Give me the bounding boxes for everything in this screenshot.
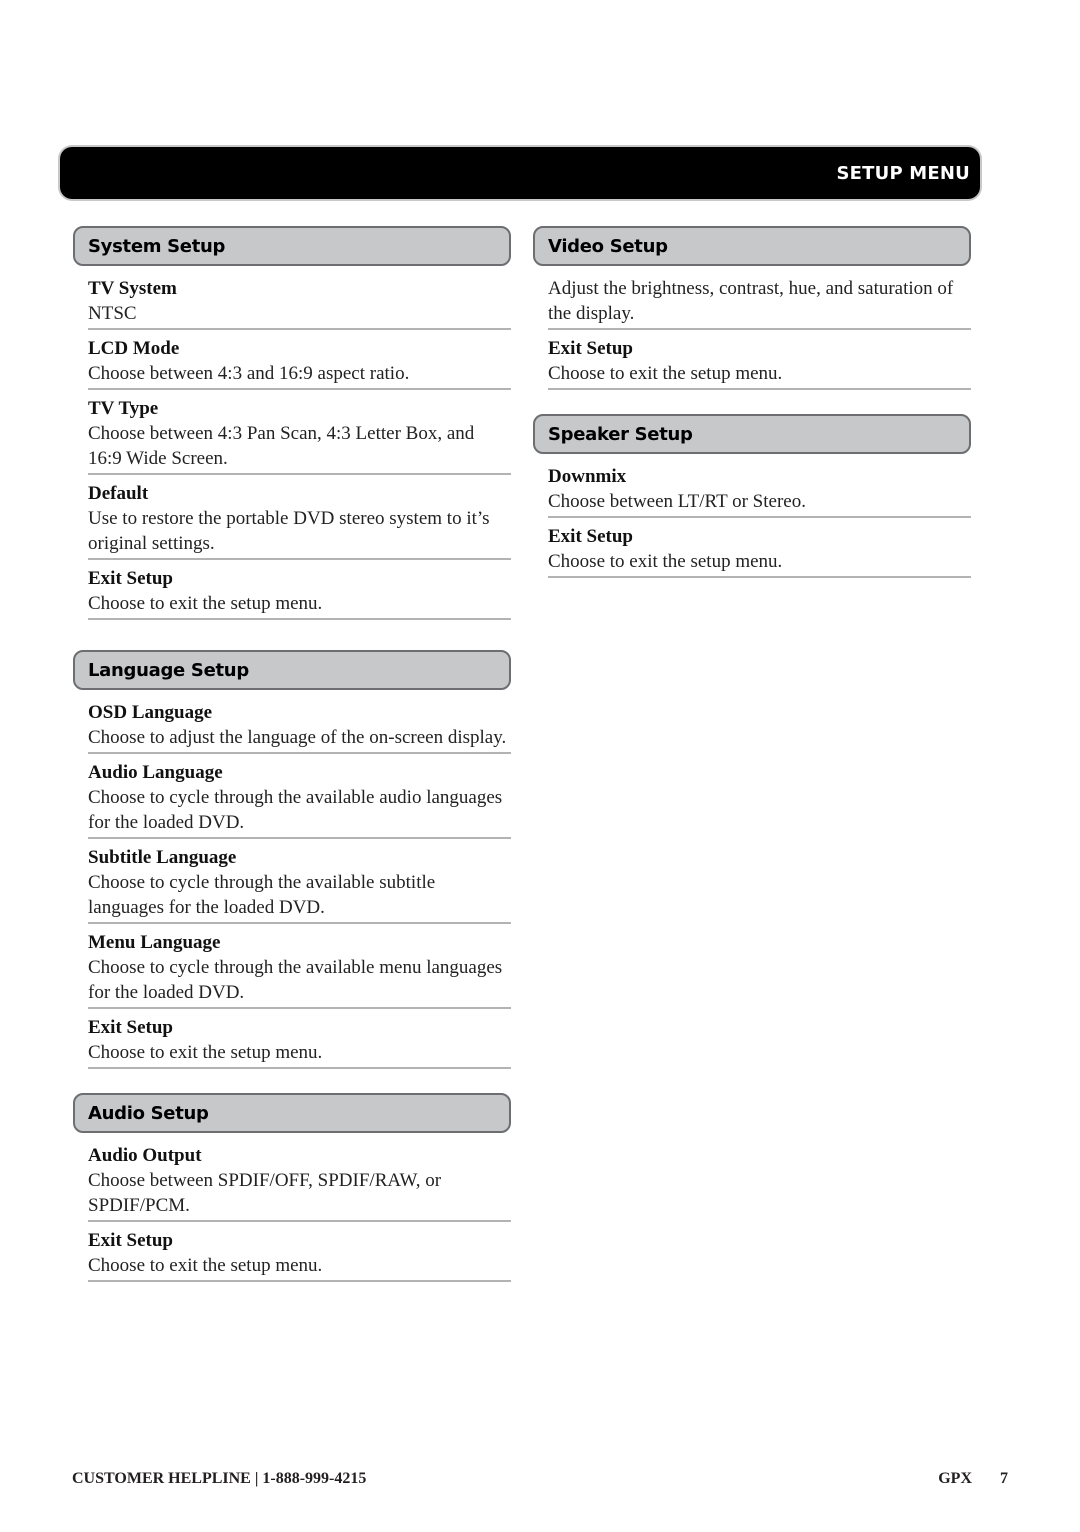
item-description: Adjust the brightness, contrast, hue, an…: [548, 278, 954, 324]
item-description: Choose to exit the setup menu.: [88, 593, 323, 614]
page-number: 7: [1000, 1470, 1008, 1487]
left-column: System Setup TV System NTSC LCD Mode Choose …: [73, 226, 511, 1288]
list-item: Audio Language Choose to cycle through th…: [88, 760, 511, 839]
item-description: Choose to exit the setup menu.: [548, 551, 783, 572]
section-audio-setup: Audio Setup Audio Output Choose between SP…: [73, 1093, 511, 1282]
item-description: Choose between 4:3 and 16:9 aspect ratio…: [88, 363, 410, 384]
section-title: Speaker Setup: [548, 424, 693, 445]
item-title: Exit Setup: [88, 568, 173, 589]
item-description: Choose to cycle through the available me…: [88, 957, 503, 1003]
right-column: Video Setup Adjust the brightness, contra…: [533, 226, 971, 584]
list-item: Exit Setup Choose to exit the setup menu.: [548, 524, 971, 578]
list-item: LCD Mode Choose between 4:3 and 16:9 aspe…: [88, 336, 511, 390]
list-item: Exit Setup Choose to exit the setup menu.: [88, 1015, 511, 1069]
section-language-setup: Language Setup OSD Language Choose to adju…: [73, 650, 511, 1069]
item-description: Choose to adjust the language of the on-…: [88, 727, 507, 748]
item-description: Choose between 4:3 Pan Scan, 4:3 Letter …: [88, 423, 475, 469]
item-description: Choose to cycle through the available su…: [88, 872, 436, 918]
item-title: Exit Setup: [88, 1230, 173, 1251]
item-description: Choose to exit the setup menu.: [88, 1042, 323, 1063]
item-title: OSD Language: [88, 702, 213, 723]
section-system-setup: System Setup TV System NTSC LCD Mode Choose …: [73, 226, 511, 620]
item-title: Exit Setup: [88, 1017, 173, 1038]
list-item: Exit Setup Choose to exit the setup menu.: [548, 336, 971, 390]
section-header: Video Setup: [533, 226, 971, 266]
page-banner: SETUP MENU: [60, 147, 980, 199]
item-title: Exit Setup: [548, 526, 633, 547]
section-header: Audio Setup: [73, 1093, 511, 1133]
list-item: OSD Language Choose to adjust the languag…: [88, 700, 511, 754]
section-speaker-setup: Speaker Setup Downmix Choose between LT/RT…: [533, 414, 971, 578]
item-title: Subtitle Language: [88, 847, 237, 868]
section-video-setup: Video Setup Adjust the brightness, contra…: [533, 226, 971, 390]
list-item: Subtitle Language Choose to cycle through…: [88, 845, 511, 924]
item-title: Exit Setup: [548, 338, 633, 359]
list-item: TV Type Choose between 4:3 Pan Scan, 4:3 …: [88, 396, 511, 475]
list-item: Audio Output Choose between SPDIF/OFF, SP…: [88, 1143, 511, 1222]
list-item: TV System NTSC: [88, 276, 511, 330]
section-title: System Setup: [88, 236, 226, 257]
item-description: Choose to exit the setup menu.: [88, 1255, 323, 1276]
section-header: System Setup: [73, 226, 511, 266]
item-list: OSD Language Choose to adjust the languag…: [88, 700, 511, 1069]
item-title: LCD Mode: [88, 338, 180, 359]
item-title: TV System: [88, 278, 177, 299]
footer-right: GPX 7: [910, 1470, 1008, 1488]
section-title: Audio Setup: [88, 1103, 209, 1124]
item-list: Audio Output Choose between SPDIF/OFF, SP…: [88, 1143, 511, 1282]
item-description: Choose between LT/RT or Stereo.: [548, 491, 806, 512]
item-list: Downmix Choose between LT/RT or Stereo. Ex…: [548, 464, 971, 578]
list-item: Default Use to restore the portable DVD s…: [88, 481, 511, 560]
customer-helpline: CUSTOMER HELPLINE | 1-888-999-4215: [72, 1470, 367, 1487]
section-title: Video Setup: [548, 236, 668, 257]
list-item: Exit Setup Choose to exit the setup menu.: [88, 566, 511, 620]
item-title: Menu Language: [88, 932, 221, 953]
item-description: Choose between SPDIF/OFF, SPDIF/RAW, or …: [88, 1170, 442, 1216]
item-title: Default: [88, 483, 149, 504]
item-list: Adjust the brightness, contrast, hue, an…: [548, 276, 971, 390]
banner-title: SETUP MENU: [836, 163, 970, 184]
item-title: Audio Language: [88, 762, 223, 783]
item-description: NTSC: [88, 303, 137, 324]
section-title: Language Setup: [88, 660, 249, 681]
item-title: TV Type: [88, 398, 159, 419]
item-description: Choose to exit the setup menu.: [548, 363, 783, 384]
list-item: Adjust the brightness, contrast, hue, an…: [548, 276, 971, 330]
brand-label: GPX: [938, 1470, 972, 1487]
item-description: Choose to cycle through the available au…: [88, 787, 503, 833]
item-title: Downmix: [548, 466, 627, 487]
item-title: Audio Output: [88, 1145, 202, 1166]
list-item: Downmix Choose between LT/RT or Stereo.: [548, 464, 971, 518]
list-item: Menu Language Choose to cycle through the…: [88, 930, 511, 1009]
section-header: Language Setup: [73, 650, 511, 690]
item-list: TV System NTSC LCD Mode Choose between 4:3 …: [88, 276, 511, 620]
section-header: Speaker Setup: [533, 414, 971, 454]
item-description: Use to restore the portable DVD stereo s…: [88, 508, 490, 554]
list-item: Exit Setup Choose to exit the setup menu.: [88, 1228, 511, 1282]
